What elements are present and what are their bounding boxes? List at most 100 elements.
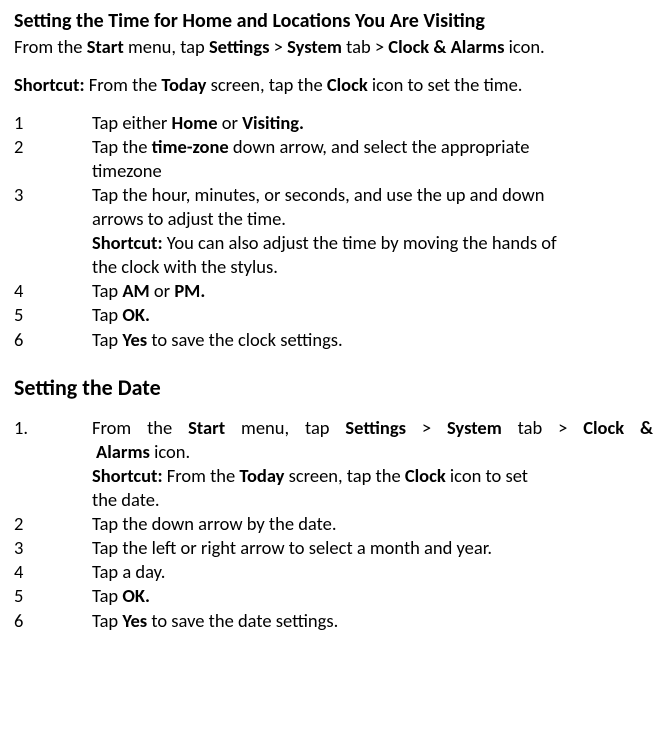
- shortcut-label: Shortcut:: [92, 231, 163, 254]
- text: timezone: [92, 159, 653, 183]
- bold-start: Start: [188, 416, 225, 439]
- text: the date.: [92, 488, 653, 512]
- step-number: 5: [14, 303, 92, 327]
- step-body: Tap the hour, minutes, or seconds, and u…: [92, 183, 653, 279]
- text: menu,: [241, 416, 289, 439]
- section1-steps: 1 Tap either Home or Visiting. 2 Tap the…: [14, 111, 653, 351]
- text: or: [218, 111, 243, 134]
- step-body: Tap OK.: [92, 584, 653, 608]
- text: >: [422, 416, 431, 439]
- step-number: 2: [14, 135, 92, 159]
- text: >: [558, 416, 567, 439]
- step-number: 3: [14, 536, 92, 560]
- list-item: 5 Tap OK.: [14, 584, 653, 608]
- text: From the: [85, 73, 162, 96]
- shortcut-label: Shortcut:: [14, 73, 85, 96]
- bold-pm: PM.: [174, 279, 205, 302]
- bold-alarms: Alarms: [96, 440, 150, 463]
- section1-title: Setting the Time for Home and Locations …: [14, 8, 653, 34]
- text: Tap: [92, 303, 122, 326]
- step-body: Tap Yes to save the clock settings.: [92, 328, 653, 352]
- list-item: 2 Tap the down arrow by the date.: [14, 512, 653, 536]
- text: screen, tap the: [284, 464, 404, 487]
- text: From the: [14, 35, 87, 58]
- list-item: 4 Tap AM or PM.: [14, 279, 653, 303]
- text: the: [147, 416, 172, 439]
- text: icon.: [504, 35, 544, 58]
- step-body: Tap either Home or Visiting.: [92, 111, 653, 135]
- bold-clock: Clock: [405, 464, 446, 487]
- text: arrows to adjust the time.: [92, 207, 653, 231]
- bold-ok: OK.: [122, 584, 150, 607]
- step-body: Tap a day.: [92, 560, 653, 584]
- step-body: Tap the time-zone down arrow, and select…: [92, 135, 653, 183]
- text: or: [150, 279, 175, 302]
- text: screen, tap the: [206, 73, 326, 96]
- list-item: 4 Tap a day.: [14, 560, 653, 584]
- section1-shortcut: Shortcut: From the Today screen, tap the…: [14, 73, 653, 97]
- bold-timezone: time-zone: [152, 135, 229, 158]
- step-number: 5: [14, 584, 92, 608]
- bold-home: Home: [172, 111, 218, 134]
- step-body: Tap the down arrow by the date.: [92, 512, 653, 536]
- step-body: Tap Yes to save the date settings.: [92, 609, 653, 633]
- text: From the: [163, 464, 240, 487]
- list-item: 2 Tap the time-zone down arrow, and sele…: [14, 135, 653, 183]
- bold-visiting: Visiting.: [242, 111, 304, 134]
- list-item: 3 Tap the hour, minutes, or seconds, and…: [14, 183, 653, 279]
- bold-today: Today: [239, 464, 284, 487]
- step-body: From the Start menu, tap Settings > Syst…: [92, 416, 653, 512]
- text: icon to set the time.: [368, 73, 523, 96]
- step-number: 4: [14, 279, 92, 303]
- shortcut-label: Shortcut:: [92, 464, 163, 487]
- text: You can also adjust the time by moving t…: [163, 231, 557, 254]
- list-item: 6 Tap Yes to save the clock settings.: [14, 328, 653, 352]
- section2-title: Setting the Date: [14, 374, 653, 403]
- text: Tap: [92, 279, 122, 302]
- text: down arrow, and select the appropriate: [229, 135, 530, 158]
- bold-clock-alarms: Clock & Alarms: [388, 35, 504, 58]
- step-body: Tap the left or right arrow to select a …: [92, 536, 653, 560]
- section1-intro: From the Start menu, tap Settings > Syst…: [14, 35, 653, 59]
- step-number: 6: [14, 609, 92, 633]
- bold-yes: Yes: [122, 609, 147, 632]
- step-number: 6: [14, 328, 92, 352]
- bold-yes: Yes: [122, 328, 147, 351]
- bold-am: AM: [122, 279, 149, 302]
- text: Tap: [92, 609, 122, 632]
- text: icon.: [150, 440, 190, 463]
- list-item: 1 Tap either Home or Visiting.: [14, 111, 653, 135]
- bold-settings: Settings: [345, 416, 406, 439]
- step-number: 3: [14, 183, 92, 207]
- text: menu, tap: [124, 35, 209, 58]
- text: the clock with the stylus.: [92, 255, 653, 279]
- step-body: Tap OK.: [92, 303, 653, 327]
- step-number: 4: [14, 560, 92, 584]
- text: to save the clock settings.: [147, 328, 343, 351]
- bold-today: Today: [161, 73, 206, 96]
- text: Tap the hour, minutes, or seconds, and u…: [92, 183, 653, 207]
- text: tap: [305, 416, 330, 439]
- bold-clock-alarms: Clock &: [583, 416, 653, 439]
- text: >: [270, 35, 288, 58]
- text: tab >: [346, 35, 388, 58]
- text: From: [92, 416, 131, 439]
- text: icon to set: [446, 464, 528, 487]
- text: to save the date settings.: [147, 609, 338, 632]
- text: Tap: [92, 584, 122, 607]
- text: Tap: [92, 328, 122, 351]
- bold-system: System: [287, 35, 346, 58]
- bold-settings: Settings: [209, 35, 270, 58]
- bold-start: Start: [87, 35, 124, 58]
- step-number: 1: [14, 111, 92, 135]
- list-item: 5 Tap OK.: [14, 303, 653, 327]
- section2-steps: 1. From the Start menu, tap Settings > S…: [14, 416, 653, 632]
- list-item: 3 Tap the left or right arrow to select …: [14, 536, 653, 560]
- text: Tap either: [92, 111, 172, 134]
- list-item: 6 Tap Yes to save the date settings.: [14, 609, 653, 633]
- bold-ok: OK.: [122, 303, 150, 326]
- step-number: 1.: [14, 416, 92, 440]
- list-item: 1. From the Start menu, tap Settings > S…: [14, 416, 653, 512]
- bold-system: System: [447, 416, 502, 439]
- text: tab: [518, 416, 543, 439]
